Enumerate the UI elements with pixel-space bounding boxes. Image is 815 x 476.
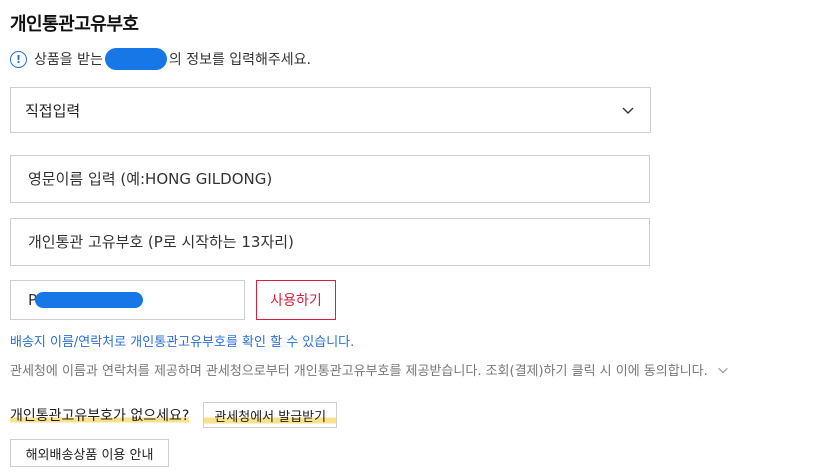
help-text: 배송지 이름/연락처로 개인통관고유부호를 확인 할 수 있습니다. — [10, 335, 355, 350]
overseas-shipping-guide-button[interactable]: 해외배송상품 이용 안내 — [10, 439, 169, 467]
section-title: 개인통관고유부호 — [10, 14, 139, 35]
redaction-mark — [35, 292, 144, 308]
notice-text-before: 상품을 받는 — [34, 52, 103, 68]
use-button[interactable]: 사용하기 — [256, 280, 336, 320]
no-code-row: 개인통관고유부호가 없으세요? 관세청에서 발급받기 — [10, 402, 338, 428]
customs-code-input[interactable] — [28, 219, 649, 265]
saved-code-field[interactable]: P — [10, 280, 245, 320]
recipient-select[interactable]: 직접입력 — [10, 87, 651, 133]
consent-text: 관세청에 이름과 연락처를 제공하며 관세청으로부터 개인통관고유부호를 제공받… — [10, 364, 708, 379]
info-icon: ! — [10, 50, 27, 68]
redaction-mark — [104, 48, 167, 70]
consent-row[interactable]: 관세청에 이름과 연락처를 제공하며 관세청으로부터 개인통관고유부호를 제공받… — [10, 360, 730, 379]
notice-row: ! 상품을 받는 의 정보를 입력해주세요. — [10, 48, 311, 70]
english-name-field[interactable] — [10, 155, 650, 203]
customs-code-field[interactable] — [10, 218, 650, 266]
recipient-select-value: 직접입력 — [25, 101, 81, 120]
chevron-down-icon[interactable] — [716, 363, 730, 377]
english-name-input[interactable] — [28, 156, 649, 202]
issue-code-button[interactable]: 관세청에서 발급받기 — [203, 402, 338, 428]
notice-text-after: 의 정보를 입력해주세요. — [168, 52, 312, 68]
chevron-down-icon — [622, 107, 634, 114]
no-code-question: 개인통관고유부호가 없으세요? — [10, 405, 190, 425]
